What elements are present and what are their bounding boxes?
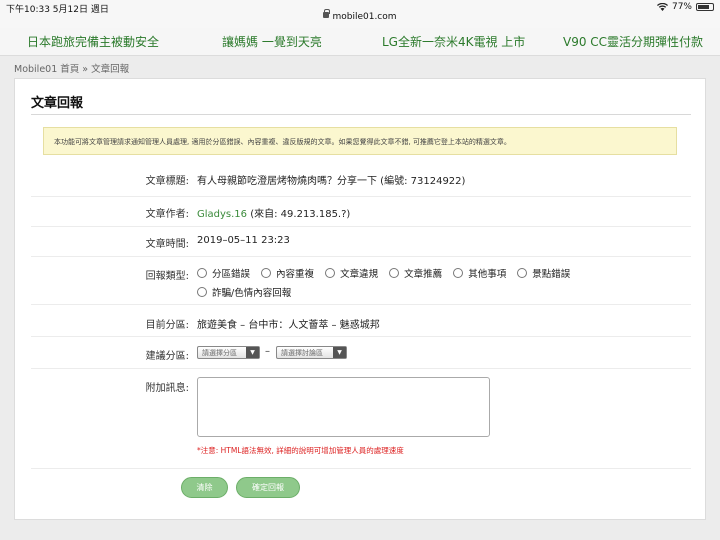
article-title-label: 文章標題: <box>145 176 189 187</box>
message-label: 附加訊息: <box>145 383 189 394</box>
radio-label: 分區錯誤 <box>212 269 251 280</box>
forum-select-value: 請選擇討論區 <box>281 349 323 357</box>
select-separator: – <box>265 346 270 357</box>
author-value: Gladys.16 (來自: 49.213.185.?) <box>197 205 350 220</box>
chevron-down-icon: ▼ <box>246 347 259 358</box>
promo-link-3[interactable]: LG全新一奈米4K電視 上市 <box>382 33 525 50</box>
suggested-section-label: 建議分區: <box>145 351 189 362</box>
radio-other[interactable]: 其他事項 <box>453 266 506 280</box>
row-current-section: 目前分區: 旅遊美食 – 台中市：人文薈萃 – 魅惑城邦 <box>31 305 691 337</box>
address-bar[interactable]: mobile01.com <box>0 9 720 22</box>
promo-link-1[interactable]: 日本跑旅完備主被動安全 <box>27 33 159 50</box>
current-section-label: 目前分區: <box>145 320 189 331</box>
author-source: (來自: 49.213.185.?) <box>247 209 351 220</box>
forum-select[interactable]: 請選擇討論區 ▼ <box>276 346 347 359</box>
status-right: 77% <box>656 2 714 12</box>
html-warning: *注意: HTML語法無效, 詳細的說明可增加管理人員的處理速度 <box>197 446 404 455</box>
radio-label: 其他事項 <box>468 269 507 280</box>
radio-violation[interactable]: 文章違規 <box>325 266 378 280</box>
time-label: 文章時間: <box>145 239 189 250</box>
breadcrumb[interactable]: Mobile01 首頁 » 文章回報 <box>14 61 129 75</box>
title-divider <box>31 114 691 115</box>
radio-label: 內容重複 <box>276 269 315 280</box>
submit-report-button[interactable]: 確定回報 <box>236 477 300 498</box>
radio-button[interactable] <box>453 268 464 278</box>
lock-icon <box>323 9 331 18</box>
clear-button[interactable]: 清除 <box>181 477 228 498</box>
radio-button[interactable] <box>197 268 207 278</box>
radio-label: 詐騙/色情內容回報 <box>212 288 292 299</box>
radio-button[interactable] <box>517 268 528 278</box>
radio-place-error[interactable]: 景點錯誤 <box>517 266 570 280</box>
radio-label: 文章違規 <box>340 269 379 280</box>
report-type-options: 分區錯誤 內容重複 文章違規 文章推薦 其他事項 景點錯誤 詐騙/色情內容回報 <box>197 266 627 304</box>
section-select[interactable]: 請選擇分區 ▼ <box>197 346 260 359</box>
radio-wrong-section[interactable]: 分區錯誤 <box>197 266 250 280</box>
promo-link-4[interactable]: V90 CC靈活分期彈性付款 <box>563 33 703 50</box>
radio-label: 文章推薦 <box>404 269 443 280</box>
row-report-type: 回報類型: 分區錯誤 內容重複 文章違規 文章推薦 其他事項 景點錯誤 詐騙/色… <box>31 257 691 305</box>
row-message: 附加訊息: *注意: HTML語法無效, 詳細的說明可增加管理人員的處理速度 <box>31 377 691 469</box>
promo-link-2[interactable]: 讓媽媽 一覺到天亮 <box>222 33 322 50</box>
promo-bar: 日本跑旅完備主被動安全 讓媽媽 一覺到天亮 LG全新一奈米4K電視 上市 V90… <box>0 28 720 56</box>
author-label: 文章作者: <box>145 209 189 220</box>
radio-duplicate[interactable]: 內容重複 <box>261 266 314 280</box>
radio-label: 景點錯誤 <box>532 269 571 280</box>
radio-button[interactable] <box>261 268 272 278</box>
current-section-value: 旅遊美食 – 台中市：人文薈萃 – 魅惑城邦 <box>197 320 380 331</box>
radio-recommend[interactable]: 文章推薦 <box>389 266 442 280</box>
report-panel: 文章回報 本功能可將文章管理請求通知管理人員處理, 適用於分區錯誤、內容重複、違… <box>14 78 706 520</box>
radio-button[interactable] <box>389 268 400 278</box>
row-suggested-section: 建議分區: 請選擇分區 ▼ – 請選擇討論區 ▼ <box>31 337 691 369</box>
url-text: mobile01.com <box>332 12 397 22</box>
time-value: 2019–05–11 23:23 <box>197 235 290 246</box>
chevron-down-icon: ▼ <box>333 347 346 358</box>
page-title: 文章回報 <box>31 96 84 111</box>
radio-button[interactable] <box>197 287 207 297</box>
report-type-label: 回報類型: <box>145 271 189 282</box>
status-bar: 下午10:33 5月12日 週日 mobile01.com 77% <box>0 0 720 28</box>
radio-button[interactable] <box>325 268 336 278</box>
row-time: 文章時間: 2019–05–11 23:23 <box>31 227 691 257</box>
radio-fraud-adult[interactable]: 詐騙/色情內容回報 <box>197 285 291 299</box>
wifi-icon <box>656 3 668 11</box>
row-author: 文章作者: Gladys.16 (來自: 49.213.185.?) <box>31 197 691 227</box>
message-textarea[interactable] <box>197 377 490 437</box>
row-article-title: 文章標題: 有人母親節吃澄居烤物燒肉嗎？分享一下 (編號: 73124922) <box>31 167 691 197</box>
battery-percent: 77% <box>671 2 692 12</box>
notice-box: 本功能可將文章管理請求通知管理人員處理, 適用於分區錯誤、內容重複、違反版規的文… <box>43 127 677 155</box>
article-title-value: 有人母親節吃澄居烤物燒肉嗎？分享一下 (編號: 73124922) <box>197 176 466 187</box>
author-link[interactable]: Gladys.16 <box>197 209 247 220</box>
section-select-value: 請選擇分區 <box>202 349 237 357</box>
battery-icon <box>696 3 714 11</box>
